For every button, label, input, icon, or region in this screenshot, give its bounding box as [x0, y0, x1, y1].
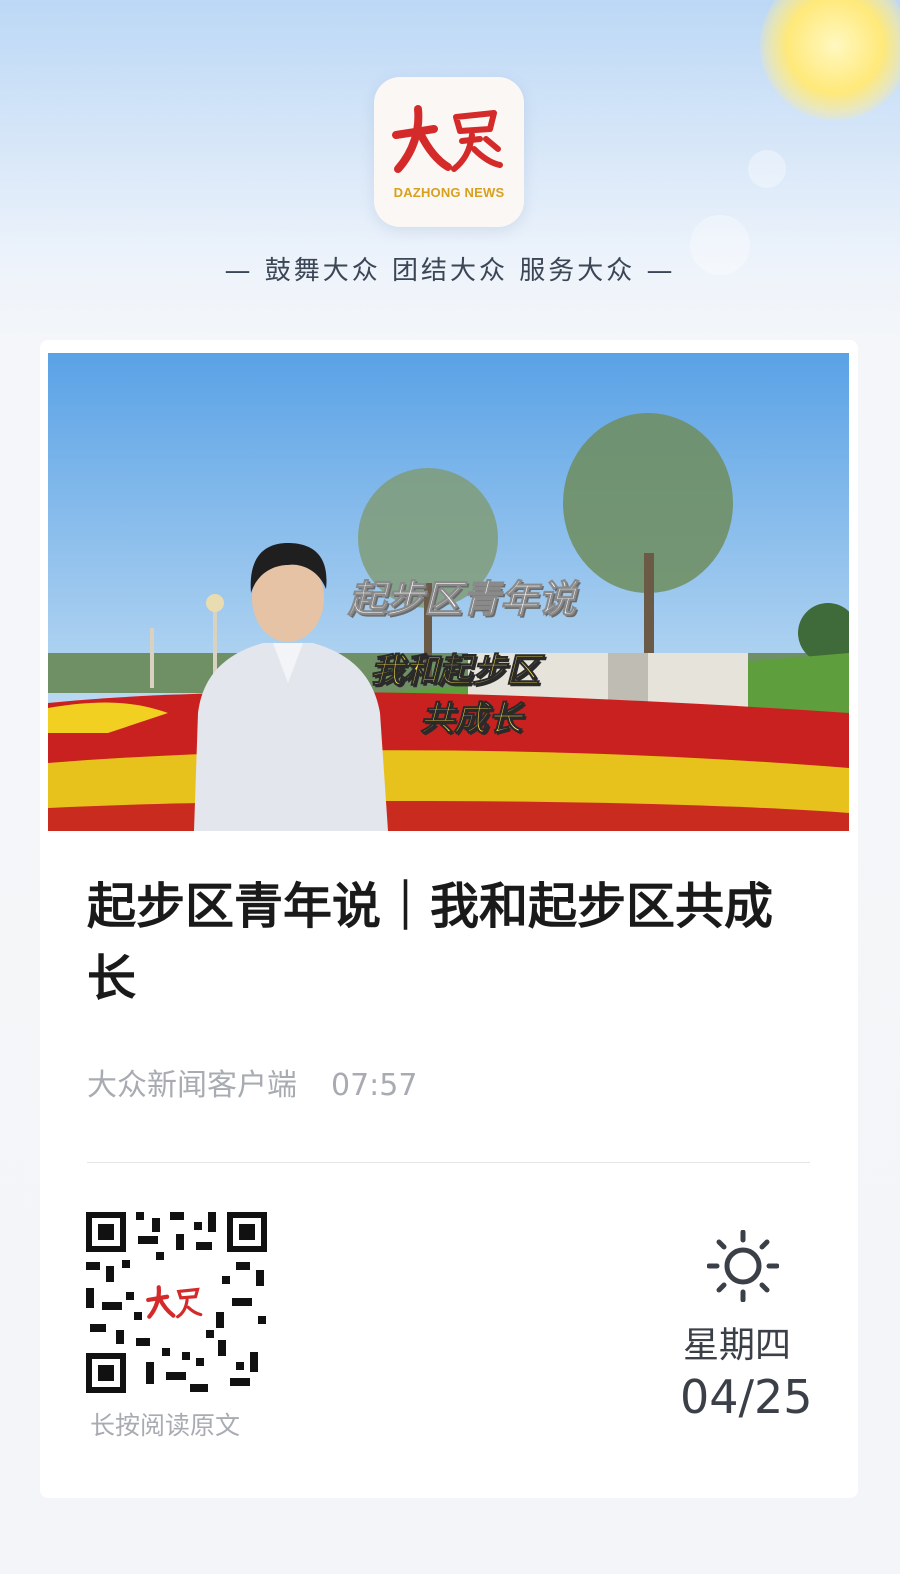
hero-caption-top: 起步区青年说 — [347, 577, 577, 622]
dazhong-logo-icon — [392, 105, 503, 173]
article-title[interactable]: 起步区青年说｜我和起步区共成长 — [87, 870, 817, 1014]
date: 04/25 — [680, 1370, 813, 1424]
bubble-decoration — [748, 150, 786, 188]
article-source: 大众新闻客户端 — [87, 1068, 297, 1103]
app-logo: DAZHONG NEWS — [374, 77, 524, 227]
dazhong-logo-icon — [146, 1285, 203, 1319]
hero-caption-line2: 共成长 — [420, 699, 523, 740]
weekday: 星期四 — [683, 1325, 792, 1366]
sun-icon — [707, 1230, 779, 1302]
article-meta: 大众新闻客户端 07:57 — [87, 1060, 417, 1104]
divider — [87, 1162, 810, 1163]
sun-decoration — [760, 0, 900, 120]
slogan: — 鼓舞大众 团结大众 服务大众 — — [224, 256, 676, 286]
logo-text: DAZHONG NEWS — [393, 185, 505, 200]
qr-center-logo — [144, 1273, 206, 1331]
hero-image[interactable]: 起步区青年说 我和起步区 共成长 — [48, 353, 849, 831]
qr-caption: 长按阅读原文 — [90, 1411, 241, 1440]
hero-caption-line1: 我和起步区 — [370, 651, 541, 692]
article-time: 07:57 — [331, 1068, 418, 1103]
